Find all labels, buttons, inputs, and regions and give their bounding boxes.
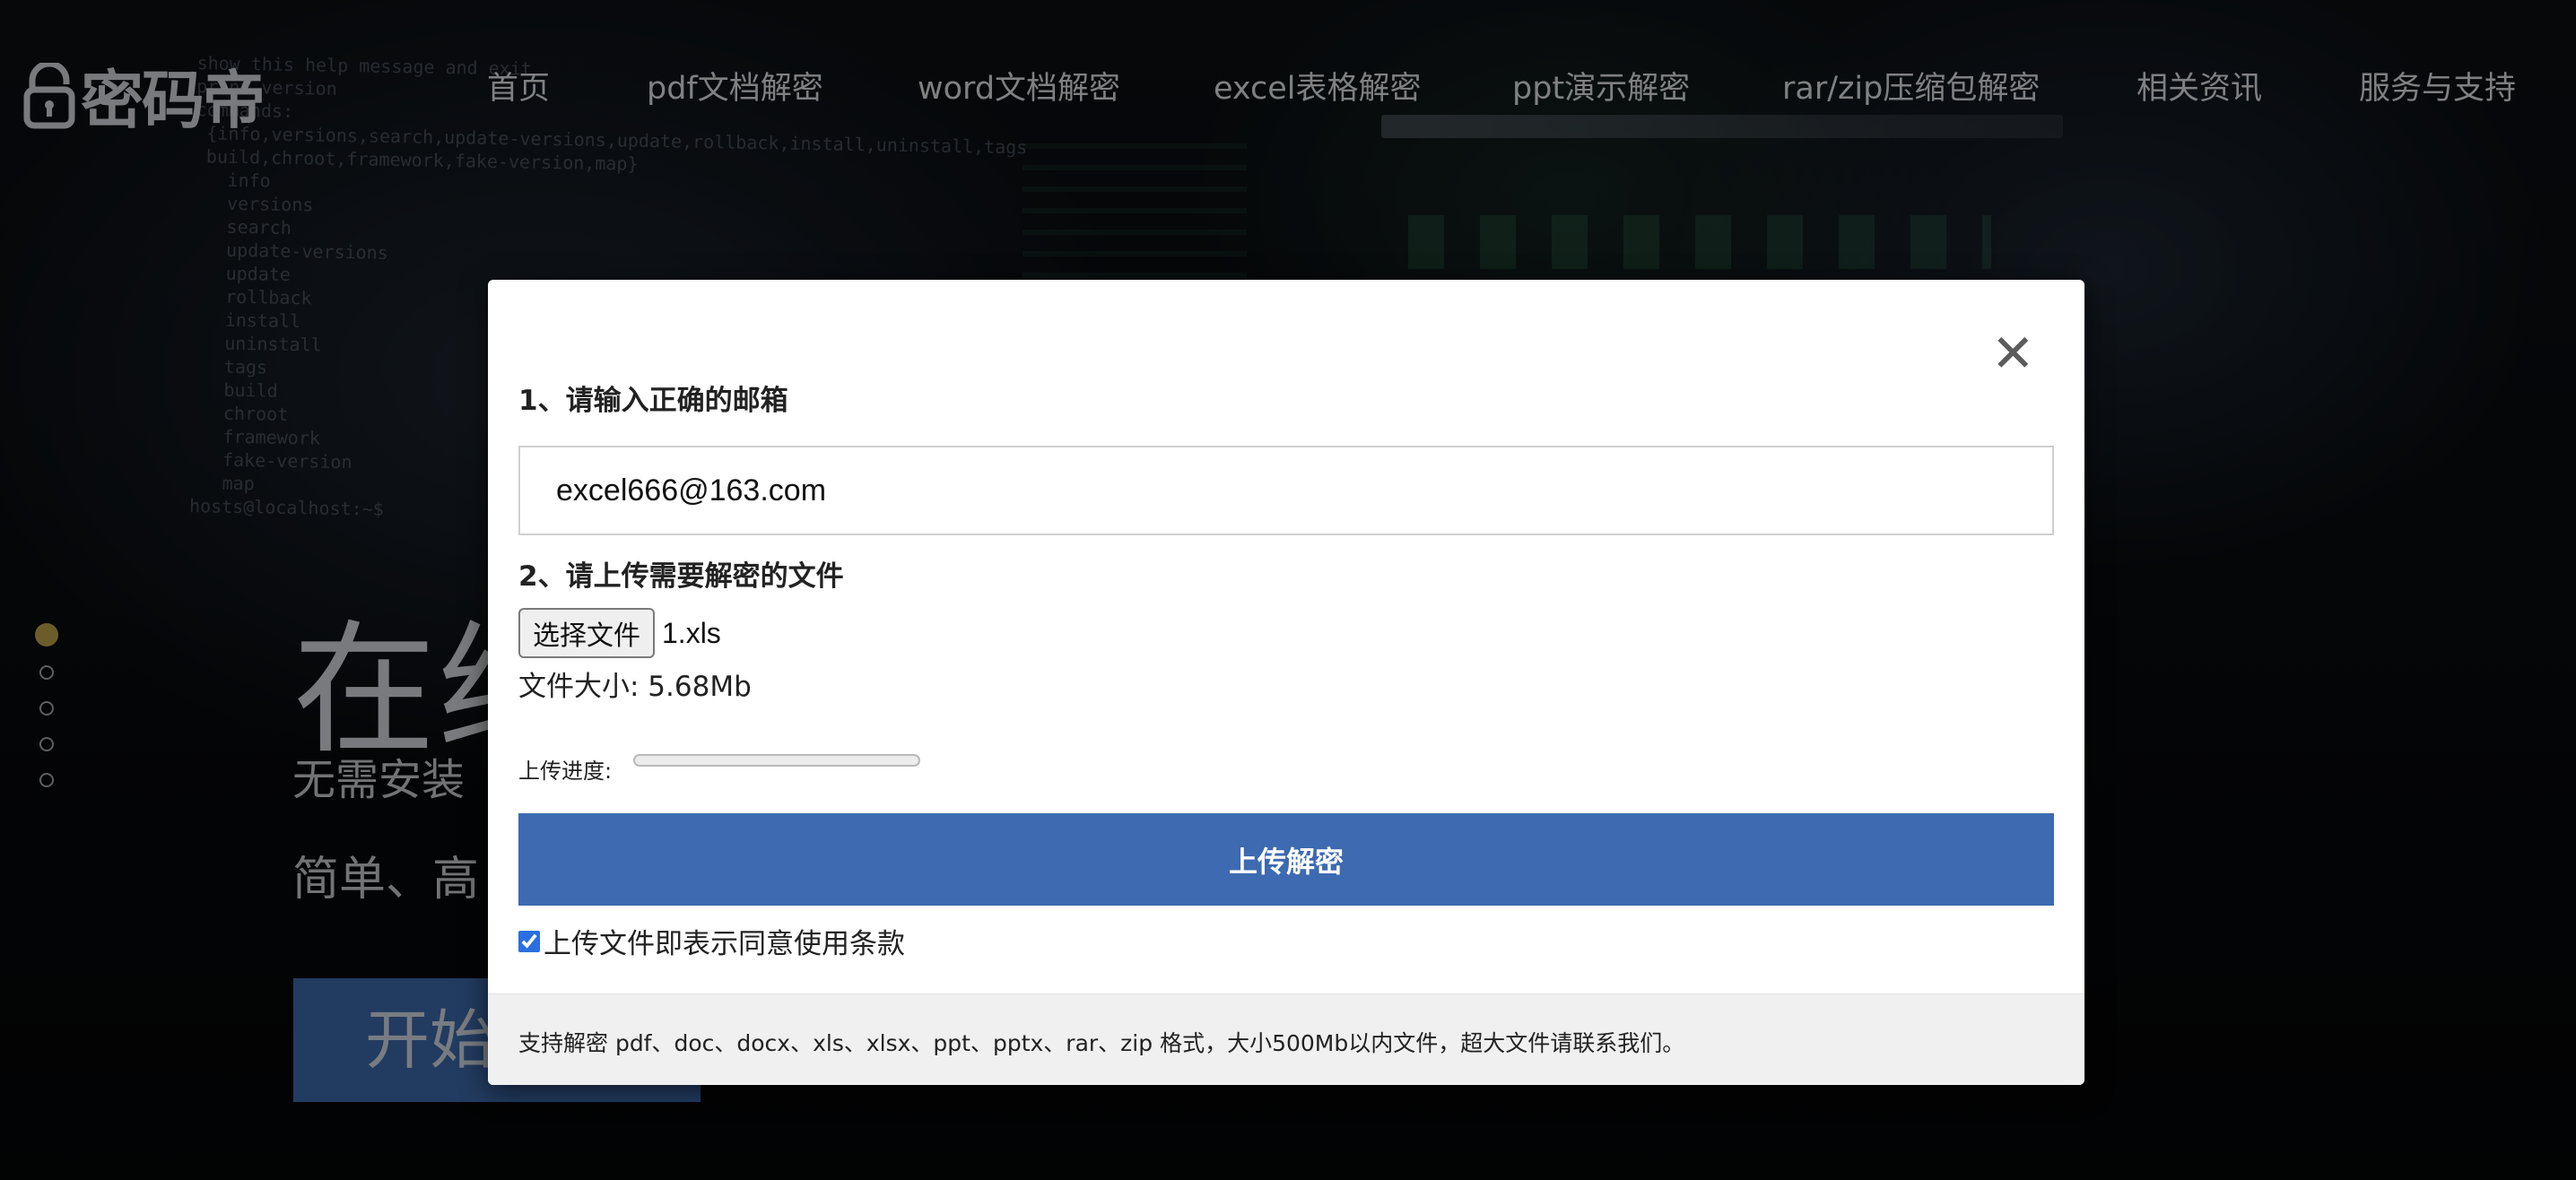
upload-decrypt-button[interactable]: 上传解密 [518,813,2054,906]
step1-label: 1、请输入正确的邮箱 [518,385,788,417]
supported-formats-note: 支持解密 pdf、doc、docx、xls、xlsx、ppt、pptx、rar、… [518,1030,1685,1056]
upload-progress-bar [633,754,920,767]
close-icon[interactable]: ✕ [1991,327,2035,379]
email-input[interactable] [518,446,2054,535]
selected-file-name: 1.xls [662,616,721,649]
modal-footer: 支持解密 pdf、doc、docx、xls、xlsx、ppt、pptx、rar、… [488,993,2084,1085]
terms-text: 上传文件即表示同意使用条款 [544,928,905,960]
upload-progress-label: 上传进度: [518,759,613,784]
step2-label: 2、请上传需要解密的文件 [518,560,844,593]
file-chooser: 选择文件 1.xls [518,608,721,658]
file-size-text: 文件大小: 5.68Mb [518,671,752,703]
terms-agreement[interactable]: 上传文件即表示同意使用条款 [518,921,905,961]
terms-checkbox[interactable] [518,930,540,952]
choose-file-button[interactable]: 选择文件 [518,608,655,658]
upload-decrypt-modal: ✕ 1、请输入正确的邮箱 2、请上传需要解密的文件 选择文件 1.xls 文件大… [488,280,2084,1085]
